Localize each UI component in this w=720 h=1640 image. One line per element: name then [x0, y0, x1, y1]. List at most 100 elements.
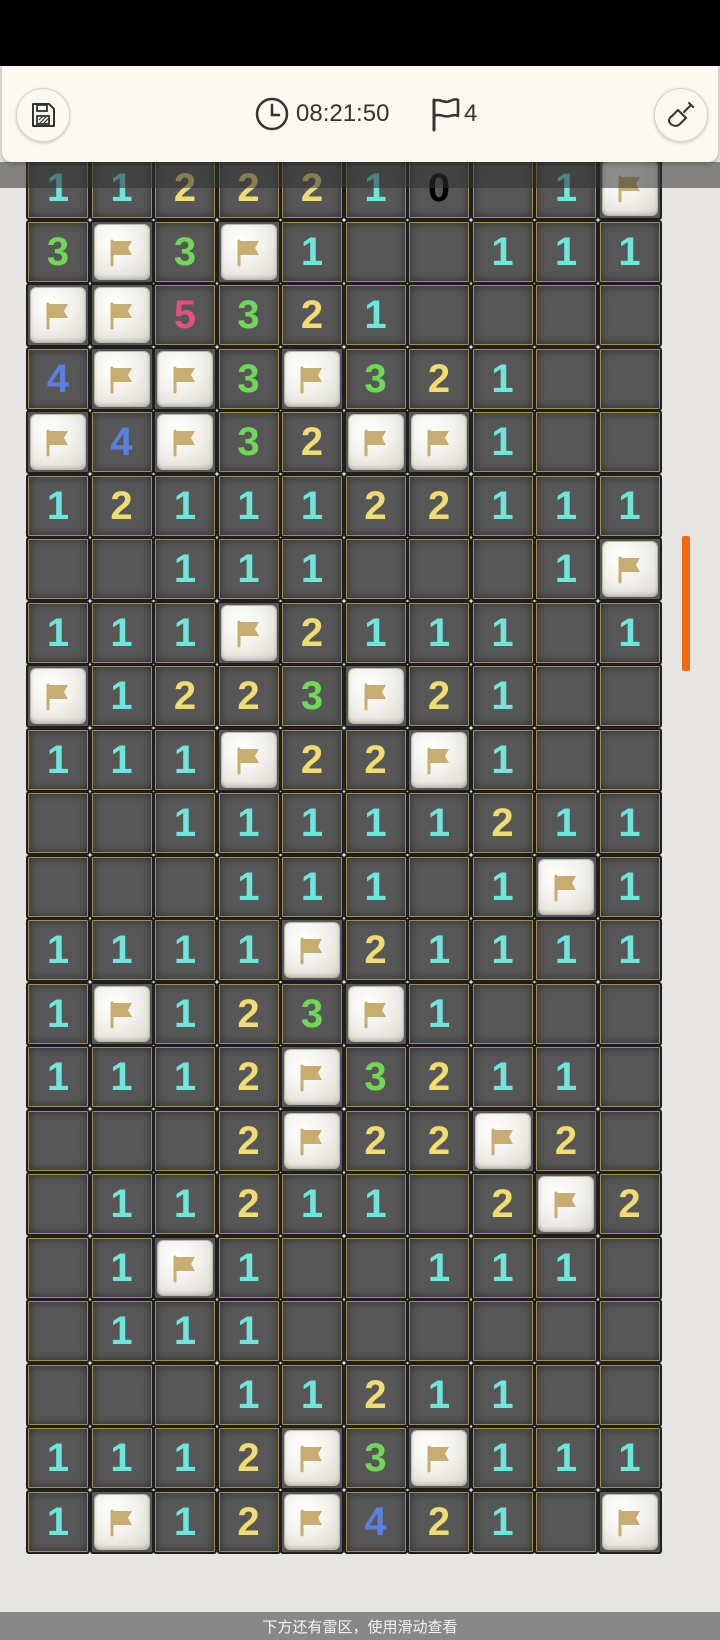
- number-cell[interactable]: 2: [597, 1172, 662, 1236]
- empty-cell[interactable]: [153, 1362, 217, 1427]
- number-cell[interactable]: 3: [216, 410, 281, 474]
- number-cell[interactable]: 1: [153, 791, 217, 855]
- number-cell[interactable]: 1: [26, 1045, 90, 1109]
- number-cell[interactable]: 1: [534, 219, 598, 284]
- number-cell[interactable]: 2: [407, 473, 471, 538]
- empty-cell[interactable]: [26, 854, 90, 919]
- empty-cell[interactable]: [597, 1362, 662, 1427]
- number-cell[interactable]: 1: [343, 791, 408, 855]
- flagged-cell[interactable]: [26, 664, 90, 728]
- number-cell[interactable]: 1: [153, 1172, 217, 1236]
- flagged-cell[interactable]: [597, 1489, 662, 1554]
- number-cell[interactable]: 1: [280, 791, 344, 855]
- empty-cell[interactable]: [534, 1362, 598, 1427]
- empty-cell[interactable]: [534, 283, 598, 347]
- number-cell[interactable]: 1: [26, 600, 90, 665]
- number-cell[interactable]: 1: [597, 1426, 662, 1490]
- number-cell[interactable]: 1: [470, 600, 535, 665]
- empty-cell[interactable]: [597, 1108, 662, 1173]
- number-cell[interactable]: 1: [216, 854, 281, 919]
- number-cell[interactable]: 1: [407, 981, 471, 1046]
- empty-cell[interactable]: [407, 283, 471, 347]
- empty-cell[interactable]: [26, 1299, 90, 1363]
- number-cell[interactable]: 1: [534, 791, 598, 855]
- number-cell[interactable]: 1: [470, 854, 535, 919]
- empty-cell[interactable]: [26, 537, 90, 601]
- empty-cell[interactable]: [153, 1108, 217, 1173]
- number-cell[interactable]: 1: [534, 537, 598, 601]
- number-cell[interactable]: 2: [89, 473, 154, 538]
- number-cell[interactable]: 1: [343, 283, 408, 347]
- number-cell[interactable]: 1: [534, 1235, 598, 1300]
- number-cell[interactable]: 2: [280, 410, 344, 474]
- empty-cell[interactable]: [343, 1299, 408, 1363]
- number-cell[interactable]: 1: [470, 918, 535, 982]
- flagged-cell[interactable]: [280, 1489, 344, 1554]
- number-cell[interactable]: 3: [343, 1045, 408, 1109]
- number-cell[interactable]: 3: [153, 219, 217, 284]
- number-cell[interactable]: 1: [26, 1426, 90, 1490]
- number-cell[interactable]: 1: [153, 473, 217, 538]
- number-cell[interactable]: 2: [280, 283, 344, 347]
- flagged-cell[interactable]: [216, 600, 281, 665]
- empty-cell[interactable]: [89, 1108, 154, 1173]
- flagged-cell[interactable]: [26, 283, 90, 347]
- empty-cell[interactable]: [26, 1172, 90, 1236]
- number-cell[interactable]: 1: [89, 1172, 154, 1236]
- number-cell[interactable]: 1: [597, 473, 662, 538]
- number-cell[interactable]: 3: [280, 664, 344, 728]
- flagged-cell[interactable]: [407, 410, 471, 474]
- empty-cell[interactable]: [26, 791, 90, 855]
- number-cell[interactable]: 1: [470, 1426, 535, 1490]
- empty-cell[interactable]: [597, 664, 662, 728]
- number-cell[interactable]: 1: [280, 537, 344, 601]
- empty-cell[interactable]: [534, 410, 598, 474]
- flagged-cell[interactable]: [470, 1108, 535, 1173]
- number-cell[interactable]: 2: [216, 981, 281, 1046]
- number-cell[interactable]: 1: [534, 1426, 598, 1490]
- empty-cell[interactable]: [534, 981, 598, 1046]
- number-cell[interactable]: 1: [153, 918, 217, 982]
- number-cell[interactable]: 5: [153, 283, 217, 347]
- empty-cell[interactable]: [407, 537, 471, 601]
- number-cell[interactable]: 1: [89, 1235, 154, 1300]
- number-cell[interactable]: 1: [597, 918, 662, 982]
- number-cell[interactable]: 2: [280, 600, 344, 665]
- number-cell[interactable]: 2: [343, 1362, 408, 1427]
- number-cell[interactable]: 1: [597, 219, 662, 284]
- empty-cell[interactable]: [407, 1299, 471, 1363]
- flagged-cell[interactable]: [280, 1045, 344, 1109]
- number-cell[interactable]: 1: [89, 918, 154, 982]
- number-cell[interactable]: 2: [216, 1108, 281, 1173]
- number-cell[interactable]: 1: [216, 1299, 281, 1363]
- number-cell[interactable]: 1: [470, 410, 535, 474]
- number-cell[interactable]: 1: [470, 1362, 535, 1427]
- number-cell[interactable]: 2: [343, 1108, 408, 1173]
- empty-cell[interactable]: [89, 1362, 154, 1427]
- empty-cell[interactable]: [597, 1045, 662, 1109]
- number-cell[interactable]: 1: [470, 727, 535, 792]
- flagged-cell[interactable]: [280, 1426, 344, 1490]
- empty-cell[interactable]: [26, 1362, 90, 1427]
- number-cell[interactable]: 1: [216, 473, 281, 538]
- flagged-cell[interactable]: [89, 981, 154, 1046]
- empty-cell[interactable]: [534, 346, 598, 411]
- flagged-cell[interactable]: [534, 1172, 598, 1236]
- number-cell[interactable]: 3: [343, 1426, 408, 1490]
- number-cell[interactable]: 2: [407, 1108, 471, 1173]
- number-cell[interactable]: 1: [534, 918, 598, 982]
- empty-cell[interactable]: [89, 791, 154, 855]
- flagged-cell[interactable]: [153, 1235, 217, 1300]
- number-cell[interactable]: 1: [89, 1299, 154, 1363]
- flagged-cell[interactable]: [153, 346, 217, 411]
- flagged-cell[interactable]: [597, 537, 662, 601]
- number-cell[interactable]: 1: [343, 600, 408, 665]
- empty-cell[interactable]: [470, 1299, 535, 1363]
- flagged-cell[interactable]: [280, 346, 344, 411]
- number-cell[interactable]: 1: [280, 854, 344, 919]
- number-cell[interactable]: 1: [216, 1235, 281, 1300]
- flagged-cell[interactable]: [343, 410, 408, 474]
- number-cell[interactable]: 1: [470, 1235, 535, 1300]
- empty-cell[interactable]: [89, 537, 154, 601]
- number-cell[interactable]: 1: [89, 664, 154, 728]
